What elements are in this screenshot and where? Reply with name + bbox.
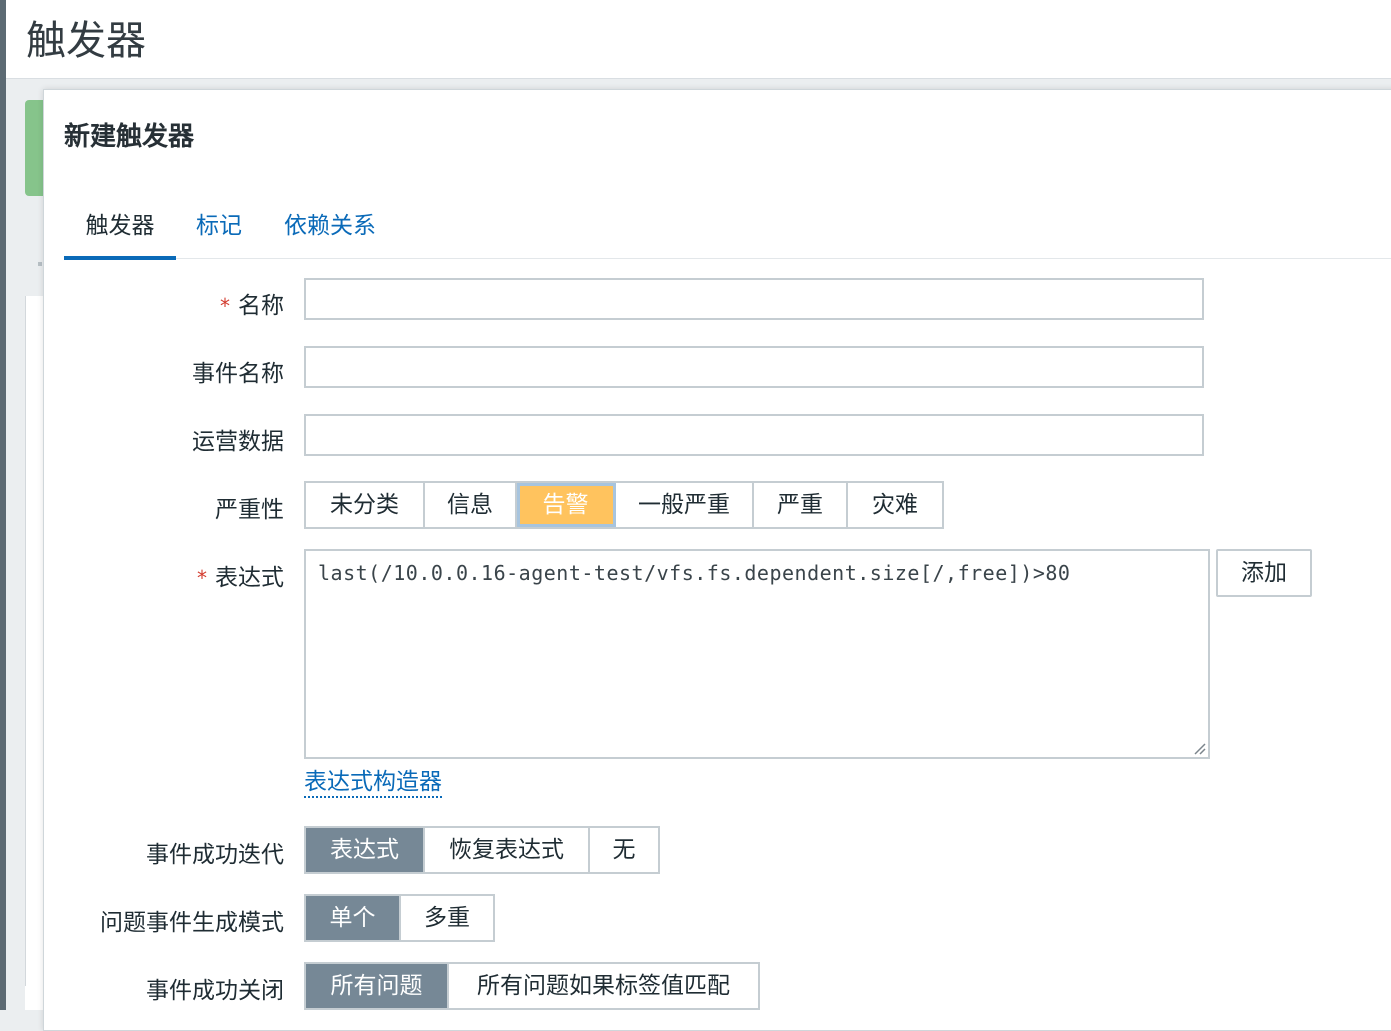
page-title: 触发器 [26,18,146,64]
ok-event-none[interactable]: 无 [590,828,658,872]
expression-text: last(/10.0.0.16-agent-test/vfs.fs.depend… [318,561,1071,585]
ok-event-recovery-expression[interactable]: 恢复表达式 [425,828,590,872]
background-footer [25,986,45,1010]
tab-tags[interactable]: 标记 [196,208,246,256]
severity-label: 严重性 [215,497,284,523]
ok-closes-all-problems[interactable]: 所有问题 [306,964,449,1008]
required-marker: * [220,294,230,318]
name-input[interactable] [304,278,1204,320]
ok-event-generation-label: 事件成功迭代 [146,842,284,868]
event-name-input[interactable] [304,346,1204,388]
tab-trigger[interactable]: 触发器 [64,208,176,260]
tab-dependencies[interactable]: 依赖关系 [284,208,394,256]
dialog-title: 新建触发器 [64,122,195,152]
resize-handle-icon[interactable] [1192,741,1206,755]
expression-textarea[interactable]: last(/10.0.0.16-agent-test/vfs.fs.depend… [304,549,1210,759]
name-label: * 名称 [220,293,284,319]
problem-event-mode-label: 问题事件生成模式 [100,910,284,936]
severity-high[interactable]: 严重 [754,483,848,527]
required-marker: * [197,566,207,590]
ok-event-expression[interactable]: 表达式 [306,828,425,872]
severity-average[interactable]: 一般严重 [616,483,754,527]
severity-disaster[interactable]: 灾难 [848,483,942,527]
problem-event-mode-selector: 单个 多重 [304,894,495,942]
background-marker [38,262,42,266]
problem-mode-multiple[interactable]: 多重 [401,896,493,940]
problem-mode-single[interactable]: 单个 [306,896,401,940]
operational-data-input[interactable] [304,414,1204,456]
ok-event-generation-selector: 表达式 恢复表达式 无 [304,826,660,874]
severity-not-classified[interactable]: 未分类 [306,483,425,527]
event-name-label: 事件名称 [192,361,284,387]
dialog-tabs: 触发器 标记 依赖关系 [64,208,1391,260]
page-header: 触发器 [6,0,1391,79]
operational-data-label: 运营数据 [192,429,284,455]
add-expression-button[interactable]: 添加 [1216,549,1312,597]
ok-event-closes-selector: 所有问题 所有问题如果标签值匹配 [304,962,760,1010]
ok-event-closes-label: 事件成功关闭 [146,978,284,1004]
expression-label: * 表达式 [197,565,284,591]
background-success-message [25,100,45,196]
ok-closes-tag-match[interactable]: 所有问题如果标签值匹配 [449,964,758,1008]
expression-builder-link[interactable]: 表达式构造器 [304,768,442,798]
severity-information[interactable]: 信息 [425,483,517,527]
new-trigger-dialog: 新建触发器 触发器 标记 依赖关系 * 名称 事件名称 运营数据 严重性 未分类 … [43,89,1391,1031]
severity-selector: 未分类 信息 告警 一般严重 严重 灾难 [304,481,944,529]
severity-warning[interactable]: 告警 [517,483,616,527]
